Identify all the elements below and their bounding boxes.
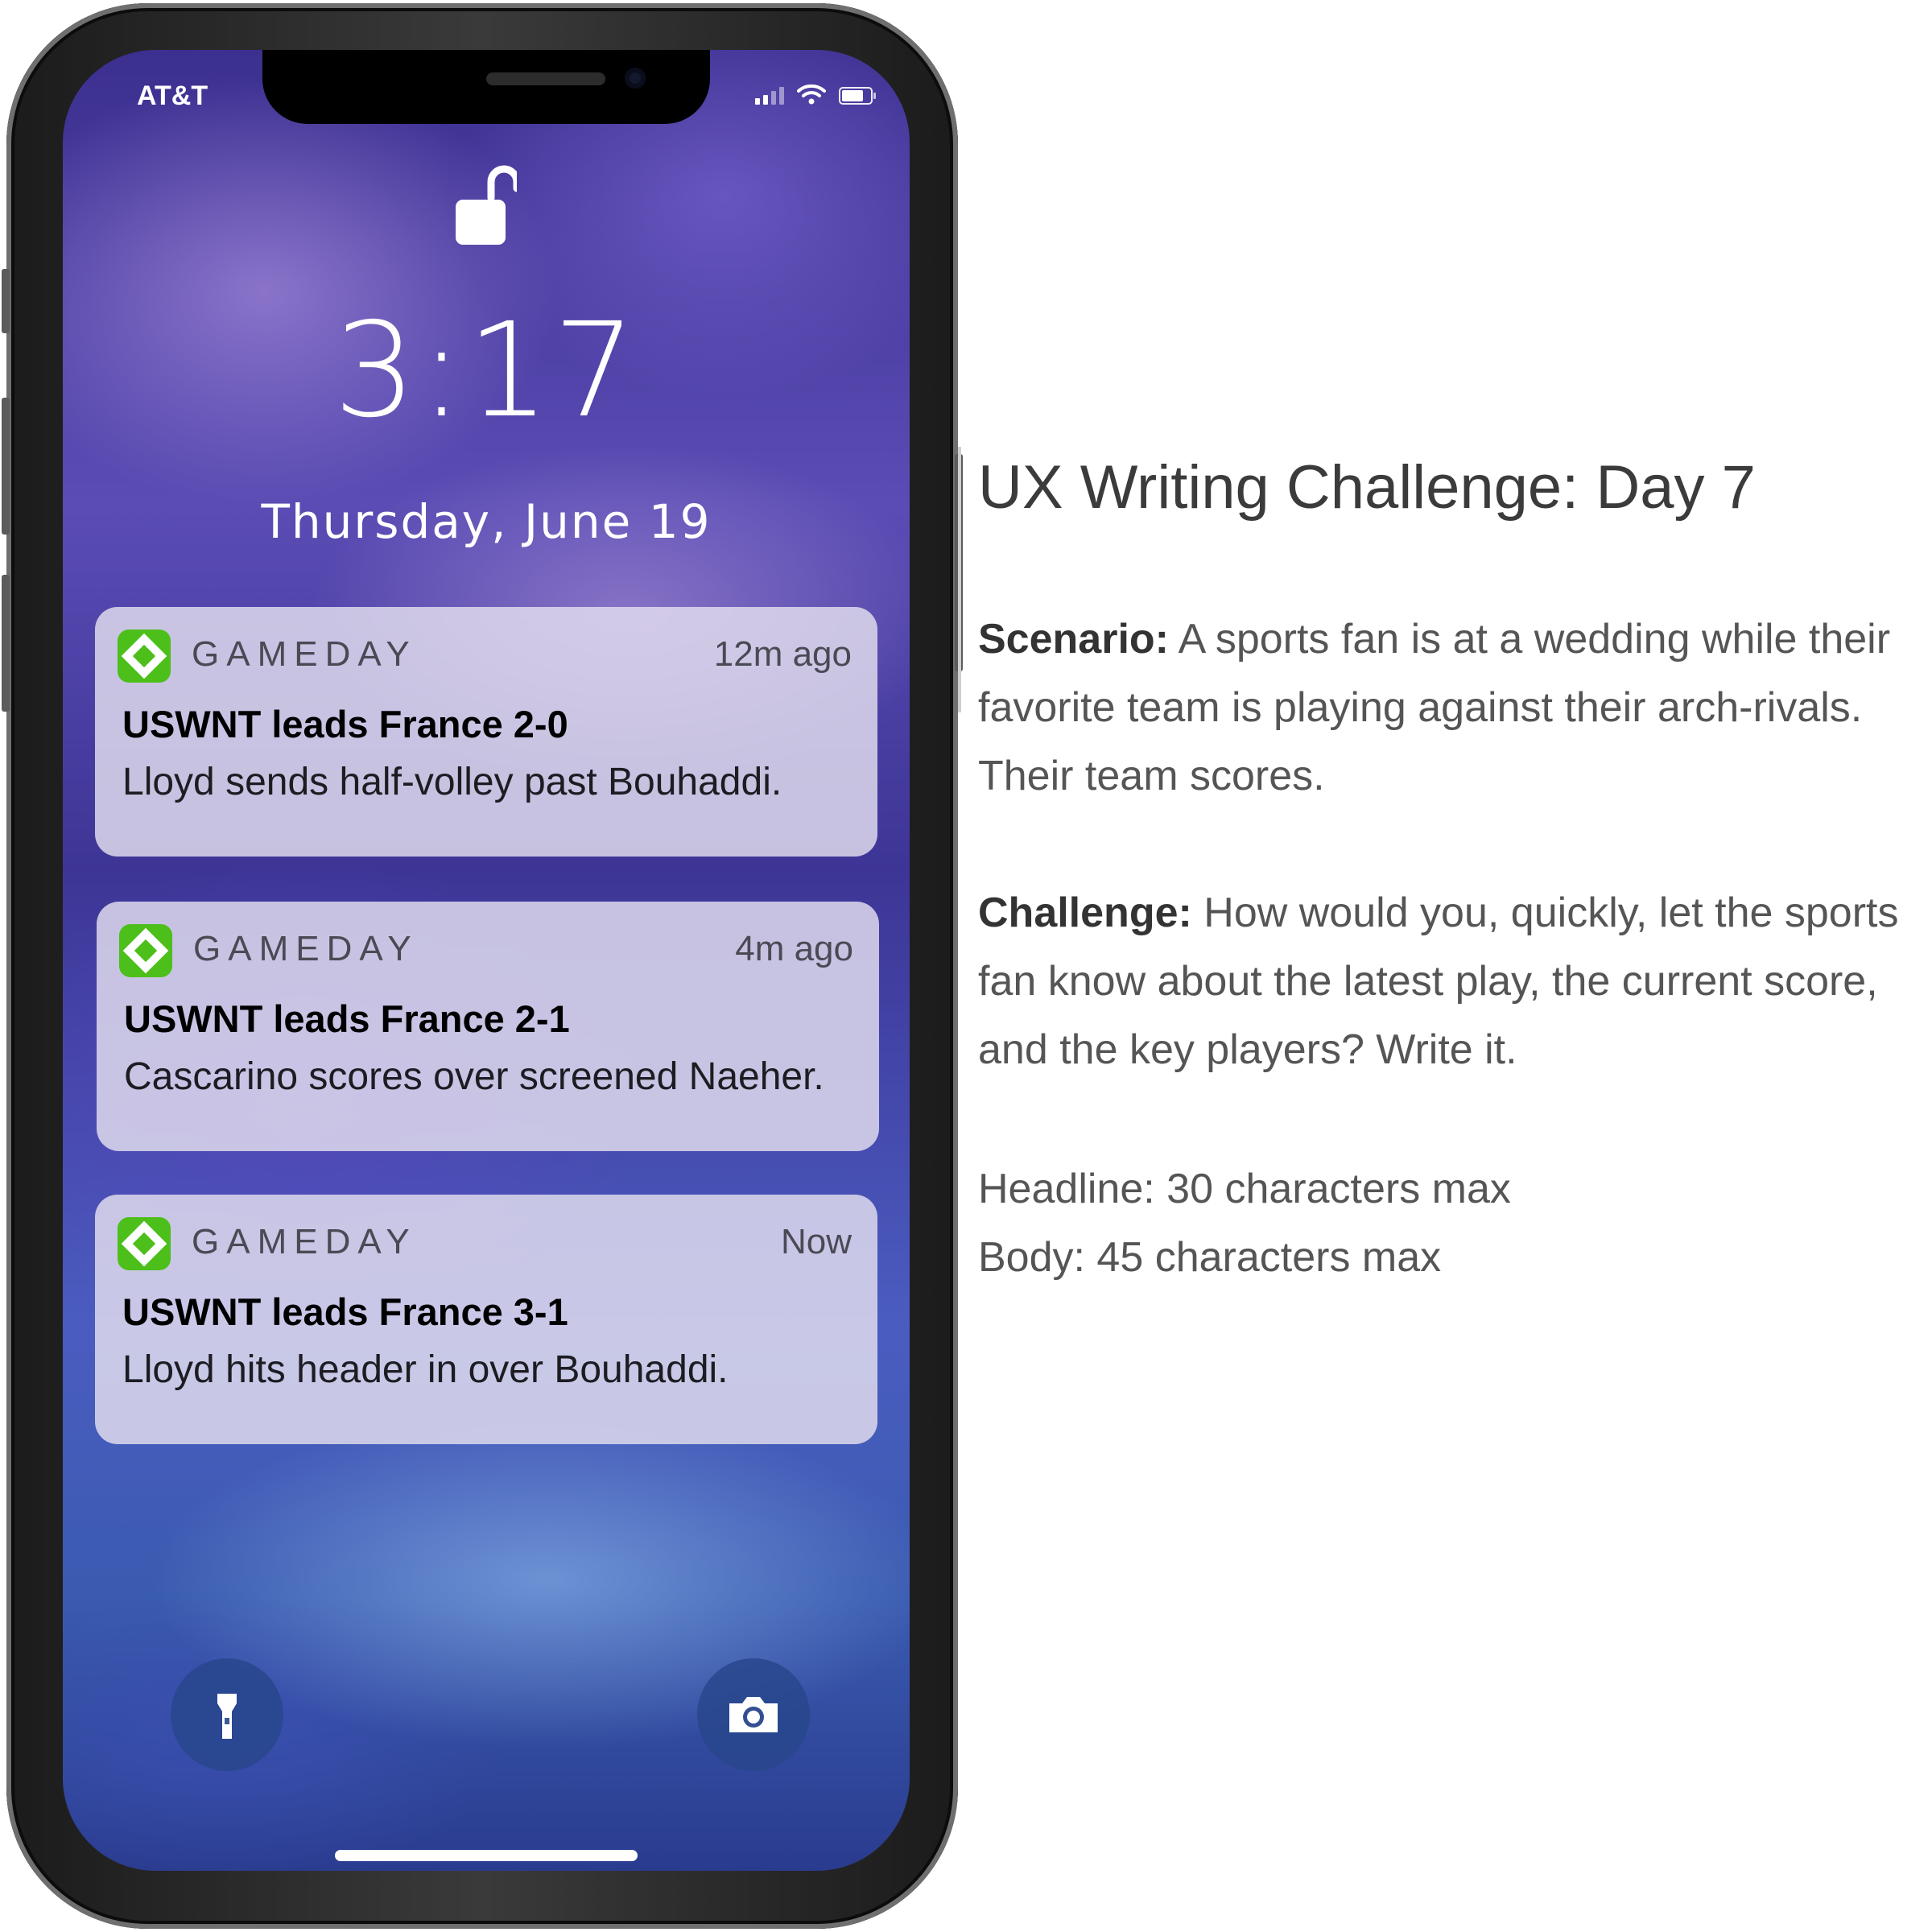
notification-age: 4m ago <box>735 929 853 968</box>
body-limit: Body: 45 characters max <box>978 1234 1442 1281</box>
home-indicator[interactable] <box>335 1850 638 1861</box>
gameday-diamond-icon <box>119 924 172 977</box>
signal-icon <box>755 87 784 105</box>
camera-icon <box>729 1697 778 1732</box>
carrier-label: AT&T <box>137 80 208 111</box>
scenario-line: Their team scores. <box>978 753 1325 799</box>
notification-headline: USWNT leads France 2-0 <box>122 703 568 745</box>
notification-app-name: GAMEDAY <box>193 929 419 968</box>
notification-body: Lloyd hits header in over Bouhaddi. <box>122 1348 729 1391</box>
notification-headline: USWNT leads France 2-1 <box>124 997 570 1040</box>
lock-time: 3:17 <box>333 295 639 447</box>
scenario-paragraph: Scenario: A sports fan is at a wedding w… <box>978 605 1928 811</box>
volume-up-button <box>2 398 10 535</box>
headline-limit: Headline: 30 characters max <box>978 1166 1511 1212</box>
notification-age: Now <box>780 1222 852 1261</box>
page-title: UX Writing Challenge: Day 7 <box>978 453 1756 522</box>
scenario-line: A sports fan is at a wedding while their <box>1168 616 1891 663</box>
notch <box>262 50 710 124</box>
unlocked-padlock-icon <box>456 165 517 245</box>
notification-headline: USWNT leads France 3-1 <box>122 1290 568 1333</box>
camera-button[interactable] <box>697 1658 810 1771</box>
flashlight-button[interactable] <box>171 1658 283 1771</box>
battery-icon <box>839 87 876 105</box>
volume-down-button <box>2 575 10 712</box>
wifi-icon <box>797 84 826 105</box>
notification-app-name: GAMEDAY <box>192 1222 417 1261</box>
gameday-diamond-icon <box>118 1217 171 1270</box>
lock-date: Thursday, June 19 <box>261 494 712 549</box>
notification-app-name: GAMEDAY <box>192 634 417 674</box>
notification-body: Cascarino scores over screened Naeher. <box>124 1055 824 1098</box>
lock-screen: AT&T 3:17 Thursday, June 19 GAMEDAY 12m … <box>63 50 910 1871</box>
gameday-diamond-icon <box>118 630 171 683</box>
phone-frame: AT&T 3:17 Thursday, June 19 GAMEDAY 12m … <box>2 3 963 1929</box>
challenge-label: Challenge: <box>978 890 1192 936</box>
earpiece-speaker <box>486 72 605 85</box>
notification-card[interactable]: GAMEDAY Now USWNT leads France 3-1 Lloyd… <box>95 1195 877 1444</box>
challenge-paragraph: Challenge: How would you, quickly, let t… <box>978 879 1928 1084</box>
flashlight-icon <box>217 1694 237 1739</box>
notification-card[interactable]: GAMEDAY 12m ago USWNT leads France 2-0 L… <box>95 607 877 857</box>
scenario-label: Scenario: <box>978 616 1169 663</box>
notification-card[interactable]: GAMEDAY 4m ago USWNT leads France 2-1 Ca… <box>97 902 879 1151</box>
notification-age: 12m ago <box>713 634 852 674</box>
notification-body: Lloyd sends half-volley past Bouhaddi. <box>122 761 782 803</box>
divider <box>958 447 961 712</box>
challenge-line: How would you, quickly, let the sports <box>1191 890 1899 936</box>
status-icons <box>755 84 876 105</box>
challenge-line: fan know about the latest play, the curr… <box>978 958 1878 1005</box>
silent-switch <box>2 269 10 333</box>
front-camera-icon <box>625 68 646 89</box>
challenge-line: and the key players? Write it. <box>978 1026 1517 1073</box>
scenario-line: favorite team is playing against their a… <box>978 684 1863 731</box>
